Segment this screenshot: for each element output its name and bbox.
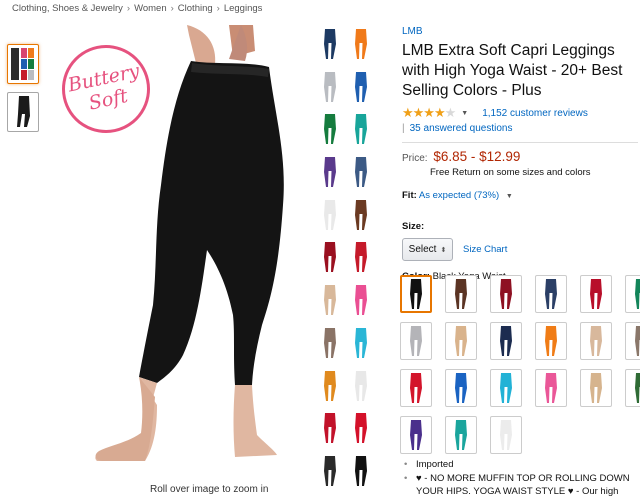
color-strip-item [320, 455, 340, 495]
color-swatch[interactable] [490, 275, 522, 313]
thumbnail-leggings[interactable] [7, 92, 39, 132]
thumbnail-color-grid[interactable] [7, 44, 39, 84]
color-strip-item [320, 199, 340, 239]
updown-arrow-icon: ⬍ [440, 246, 447, 254]
color-strip-item [351, 71, 371, 111]
chevron-right-icon: › [170, 3, 174, 14]
color-swatch[interactable] [535, 369, 567, 407]
color-swatch[interactable] [625, 322, 640, 360]
fit-label: Fit: [402, 190, 417, 201]
color-swatch[interactable] [445, 275, 477, 313]
price-value: $6.85 - $12.99 [433, 149, 521, 164]
size-row: Select ⬍ Size Chart [402, 238, 638, 261]
color-swatch[interactable] [625, 275, 640, 313]
breadcrumb-women[interactable]: Women [134, 3, 167, 14]
fit-row: Fit: As expected (73%) ▼ [402, 190, 638, 201]
color-strip-item [320, 241, 340, 281]
breadcrumb-clothing[interactable]: Clothing [178, 3, 213, 14]
color-swatch-grid [400, 275, 640, 454]
breadcrumb-leggings[interactable]: Leggings [224, 3, 263, 14]
color-strip-item [351, 113, 371, 153]
leggings-thumbnail-image [17, 96, 30, 127]
color-swatch[interactable] [580, 322, 612, 360]
color-strip-item [351, 241, 371, 281]
color-strip-item [351, 156, 371, 196]
color-strip-item [351, 370, 371, 410]
color-strip-item [320, 327, 340, 367]
color-strip-item [351, 412, 371, 452]
color-strip-item [351, 28, 371, 68]
color-swatch[interactable] [445, 369, 477, 407]
product-details: LMB LMB Extra Soft Capri Leggings with H… [402, 26, 638, 282]
color-swatch[interactable] [580, 369, 612, 407]
size-select-dropdown[interactable]: Select ⬍ [402, 238, 453, 261]
color-swatch[interactable] [490, 322, 522, 360]
separator: | [402, 123, 405, 134]
color-swatch[interactable] [625, 369, 640, 407]
chevron-right-icon: › [126, 3, 131, 14]
color-swatch[interactable] [490, 416, 522, 454]
size-select-label: Select [408, 244, 437, 255]
color-swatch[interactable] [445, 416, 477, 454]
star-rating-icon[interactable]: ★★★★★ [402, 105, 456, 121]
bullet-item: Imported [404, 458, 640, 471]
color-swatch[interactable] [400, 322, 432, 360]
color-strip-item [320, 113, 340, 153]
chevron-down-icon[interactable]: ▼ [461, 110, 468, 117]
free-return-note: Free Return on some sizes and colors [430, 167, 591, 178]
feature-bullets: Imported ♥ - NO MORE MUFFIN TOP OR ROLLI… [404, 458, 640, 498]
color-swatch[interactable] [400, 275, 432, 313]
color-grid-thumbnail-image [11, 48, 34, 80]
color-swatch[interactable] [445, 322, 477, 360]
customer-reviews-link[interactable]: 1,152 customer reviews [482, 108, 588, 119]
color-strip-item [320, 412, 340, 452]
color-strip-item [351, 199, 371, 239]
bullet-item: ♥ - NO MORE MUFFIN TOP OR ROLLING DOWN Y… [404, 472, 640, 498]
color-swatch[interactable] [580, 275, 612, 313]
color-strip-item [320, 28, 340, 68]
color-swatch[interactable] [490, 369, 522, 407]
color-strip-item [320, 370, 340, 410]
color-strip-item [351, 327, 371, 367]
color-swatch[interactable] [400, 416, 432, 454]
breadcrumb: Clothing, Shoes & Jewelry › Women › Clothing… [12, 3, 262, 14]
answered-questions-row: | 35 answered questions [402, 123, 638, 134]
color-strip-item [320, 284, 340, 324]
size-label: Size: [402, 221, 425, 232]
product-title: LMB Extra Soft Capri Leggings with High … [402, 42, 623, 99]
brand-link[interactable]: LMB [402, 26, 638, 37]
zoom-hint: Roll over image to zoom in [150, 484, 269, 495]
rating-row: ★★★★★ ▼ 1,152 customer reviews [402, 105, 638, 121]
chevron-right-icon: › [216, 3, 220, 14]
chevron-down-icon[interactable]: ▼ [506, 193, 513, 200]
price-row: Price: $6.85 - $12.99 [402, 149, 638, 164]
color-strip-item [320, 71, 340, 111]
image-thumbnails [7, 44, 39, 140]
color-strip-item [320, 156, 340, 196]
color-strip-item [351, 455, 371, 495]
price-label: Price: [402, 153, 428, 164]
color-strip-right [351, 28, 371, 498]
color-swatch[interactable] [535, 275, 567, 313]
size-chart-link[interactable]: Size Chart [463, 244, 507, 255]
color-strip-item [351, 284, 371, 324]
answered-questions-link[interactable]: 35 answered questions [410, 123, 513, 134]
divider [402, 142, 638, 143]
color-swatch[interactable] [535, 322, 567, 360]
color-strip-left [320, 28, 340, 498]
color-swatch[interactable] [400, 369, 432, 407]
fit-value-link[interactable]: As expected (73%) [419, 190, 499, 201]
breadcrumb-clothing-shoes-jewelry[interactable]: Clothing, Shoes & Jewelry [12, 3, 123, 14]
